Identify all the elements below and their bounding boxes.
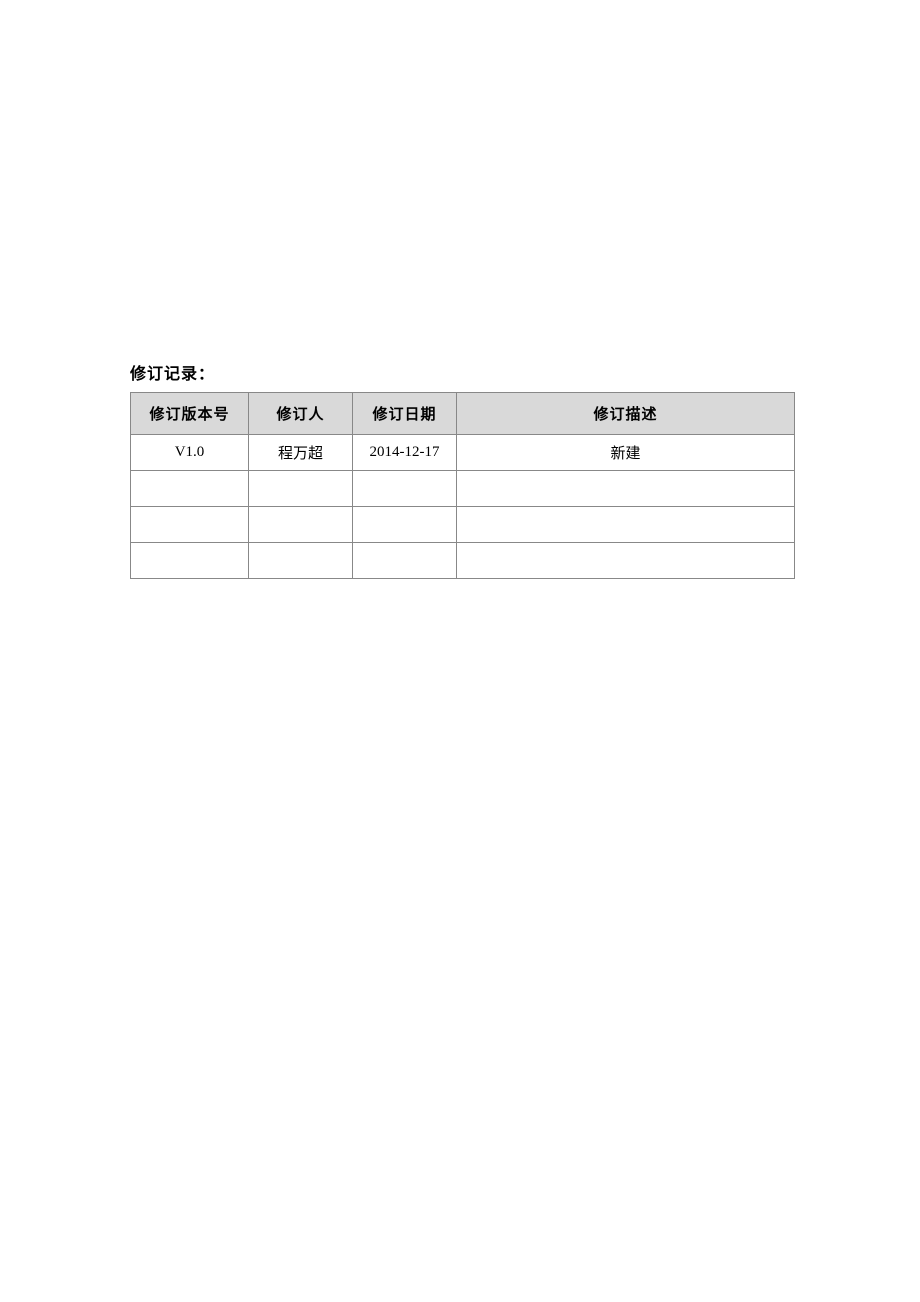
cell-date xyxy=(353,471,457,507)
revision-table: 修订版本号 修订人 修订日期 修订描述 V1.0 程万超 2014-12-17 … xyxy=(130,392,795,579)
table-row: V1.0 程万超 2014-12-17 新建 xyxy=(131,435,795,471)
header-version: 修订版本号 xyxy=(131,393,249,435)
cell-description: 新建 xyxy=(457,435,795,471)
cell-person xyxy=(249,471,353,507)
cell-version xyxy=(131,507,249,543)
table-row xyxy=(131,507,795,543)
cell-person: 程万超 xyxy=(249,435,353,471)
cell-description xyxy=(457,471,795,507)
cell-person xyxy=(249,507,353,543)
cell-date: 2014-12-17 xyxy=(353,435,457,471)
cell-version: V1.0 xyxy=(131,435,249,471)
section-title: 修订记录： xyxy=(130,360,794,384)
cell-version xyxy=(131,543,249,579)
cell-date xyxy=(353,507,457,543)
cell-description xyxy=(457,507,795,543)
table-row xyxy=(131,471,795,507)
table-header-row: 修订版本号 修订人 修订日期 修订描述 xyxy=(131,393,795,435)
cell-person xyxy=(249,543,353,579)
header-description: 修订描述 xyxy=(457,393,795,435)
table-row xyxy=(131,543,795,579)
cell-version xyxy=(131,471,249,507)
header-person: 修订人 xyxy=(249,393,353,435)
cell-description xyxy=(457,543,795,579)
header-date: 修订日期 xyxy=(353,393,457,435)
revision-record-section: 修订记录： 修订版本号 修订人 修订日期 修订描述 V1.0 程万超 2014-… xyxy=(130,360,794,579)
cell-date xyxy=(353,543,457,579)
